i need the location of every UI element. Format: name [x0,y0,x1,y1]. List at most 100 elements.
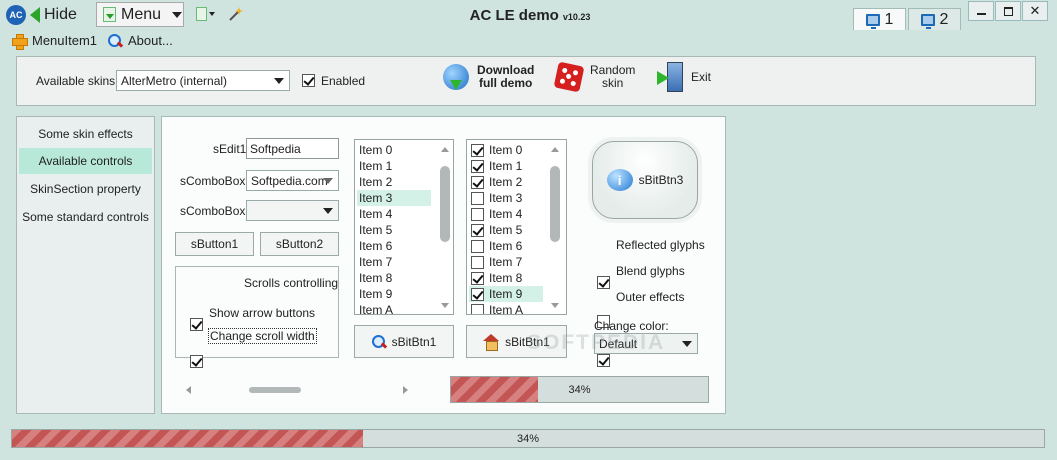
save-doc-icon [196,7,207,21]
list-item[interactable]: Item A [469,302,543,315]
list-item[interactable]: Item 7 [469,254,543,270]
list-item-label: Item 7 [359,255,393,269]
scroll-thumb[interactable] [249,387,301,393]
list-item[interactable]: Item 4 [469,206,543,222]
scombobox2-select[interactable] [246,200,339,221]
list-item[interactable]: Item 1 [357,158,431,174]
scroll-thumb[interactable] [440,166,450,242]
list-item[interactable]: Item 0 [469,142,543,158]
list-item-checkbox[interactable] [471,159,484,173]
listbox-1[interactable]: Item 0 Item 1 Item 2 Item 3 Item 4 Item 5 Item… [354,139,454,315]
list-item[interactable]: Item 4 [357,206,431,222]
sbutton1[interactable]: sButton1 [175,232,254,256]
nav-item-available-controls[interactable]: Available controls [19,148,152,174]
window-tab-1[interactable]: 1 [853,8,906,30]
list-item-checkbox[interactable] [471,207,484,221]
show-arrows-checkbox[interactable] [190,318,203,331]
nav-item-skinsection-property[interactable]: SkinSection property [19,176,152,202]
checklistbox-scrollbar[interactable] [547,140,563,314]
horizontal-scrollbar[interactable] [186,385,410,395]
checklistbox[interactable]: Item 0 Item 1 Item 2 Item 3 Item 4 Item 5 Item… [466,139,567,315]
skin-select[interactable]: AlterMetro (internal) [116,70,290,91]
sbitbtn3[interactable]: i sBitBtn3 [592,141,698,219]
list-item-label: Item 3 [359,191,393,205]
menu-item-about[interactable]: About... [108,33,173,48]
list-item[interactable]: Item 9 [469,286,543,302]
house-icon [483,333,500,351]
scroll-left-icon [186,386,191,394]
sedit1-input[interactable]: Softpedia [246,138,339,159]
list-item-checkbox[interactable] [471,239,484,253]
menu-button[interactable]: Menu [96,2,184,27]
list-item[interactable]: Item 0 [357,142,431,158]
blend-glyphs-label: Blend glyphs [616,264,685,278]
menu-item-1[interactable]: MenuItem1 [12,33,97,50]
chevron-down-icon [323,208,333,214]
list-item-checkbox[interactable] [471,223,484,237]
list-item-checkbox[interactable] [471,175,484,189]
list-item[interactable]: Item 8 [469,270,543,286]
chevron-down-icon [323,178,333,184]
list-item[interactable]: Item 3 [469,190,543,206]
list-item-label: Item 8 [489,271,523,285]
change-width-checkbox[interactable] [190,355,203,368]
nav-item-skin-effects[interactable]: Some skin effects [19,121,152,147]
search-icon [108,33,122,48]
exit-button[interactable]: Exit [657,62,711,92]
enabled-checkbox[interactable] [302,74,315,87]
scroll-down-icon [551,303,559,308]
scroll-thumb[interactable] [550,166,560,242]
maximize-button[interactable] [995,1,1021,21]
exit-door-icon [657,62,683,92]
save-dropdown-button[interactable] [196,7,215,21]
list-item-label: Item 4 [359,207,393,221]
close-icon: ✕ [1029,3,1041,18]
list-item-checkbox[interactable] [471,255,484,269]
reflected-glyphs-checkbox[interactable] [597,276,610,289]
outer-effects-checkbox[interactable] [597,354,610,367]
list-item[interactable]: Item 3 [357,190,431,206]
list-item-label: Item A [359,303,394,315]
list-item[interactable]: Item 5 [357,222,431,238]
random-skin-button[interactable]: Random skin [553,61,635,93]
list-item[interactable]: Item 9 [357,286,431,302]
arrow-left-icon [30,7,40,23]
list-item-checkbox[interactable] [471,303,484,314]
list-item[interactable]: Item 2 [469,174,543,190]
list-item-checkbox[interactable] [471,287,484,301]
hide-button[interactable]: Hide [30,3,92,27]
chevron-down-icon [209,12,215,16]
list-item[interactable]: Item 5 [469,222,543,238]
list-item[interactable]: Item A [357,302,431,315]
list-item-checkbox[interactable] [471,143,484,157]
list-item-label: Item 7 [489,255,523,269]
list-item-label: Item 2 [359,175,393,189]
plus-icon [12,33,28,50]
list-item-label: Item 3 [489,191,523,205]
minimize-icon [976,13,986,15]
list-item-label: Item 1 [489,159,523,173]
window-tab-2[interactable]: 2 [908,8,961,30]
sbitbtn1-search[interactable]: sBitBtn1 [354,325,454,358]
list-item-checkbox[interactable] [471,191,484,205]
list-item-checkbox[interactable] [471,271,484,285]
chevron-down-icon [172,11,183,18]
list-item[interactable]: Item 6 [357,238,431,254]
download-demo-button[interactable]: Download full demo [443,64,534,90]
list-item-label: Item A [489,303,524,315]
list-item[interactable]: Item 2 [357,174,431,190]
minimize-button[interactable] [968,1,994,21]
list-item[interactable]: Item 7 [357,254,431,270]
monitor-icon [920,13,935,29]
list-item-label: Item 2 [489,175,523,189]
list-item[interactable]: Item 6 [469,238,543,254]
info-bubble-icon: i [606,169,633,191]
listbox-1-scrollbar[interactable] [437,140,453,314]
list-item[interactable]: Item 1 [469,158,543,174]
nav-item-standard-controls[interactable]: Some standard controls [19,204,152,230]
scombobox1-select[interactable]: Softpedia.com [246,170,339,191]
magic-wand-icon[interactable] [228,6,244,22]
list-item[interactable]: Item 8 [357,270,431,286]
sbutton2[interactable]: sButton2 [260,232,339,256]
close-button[interactable]: ✕ [1022,1,1048,21]
